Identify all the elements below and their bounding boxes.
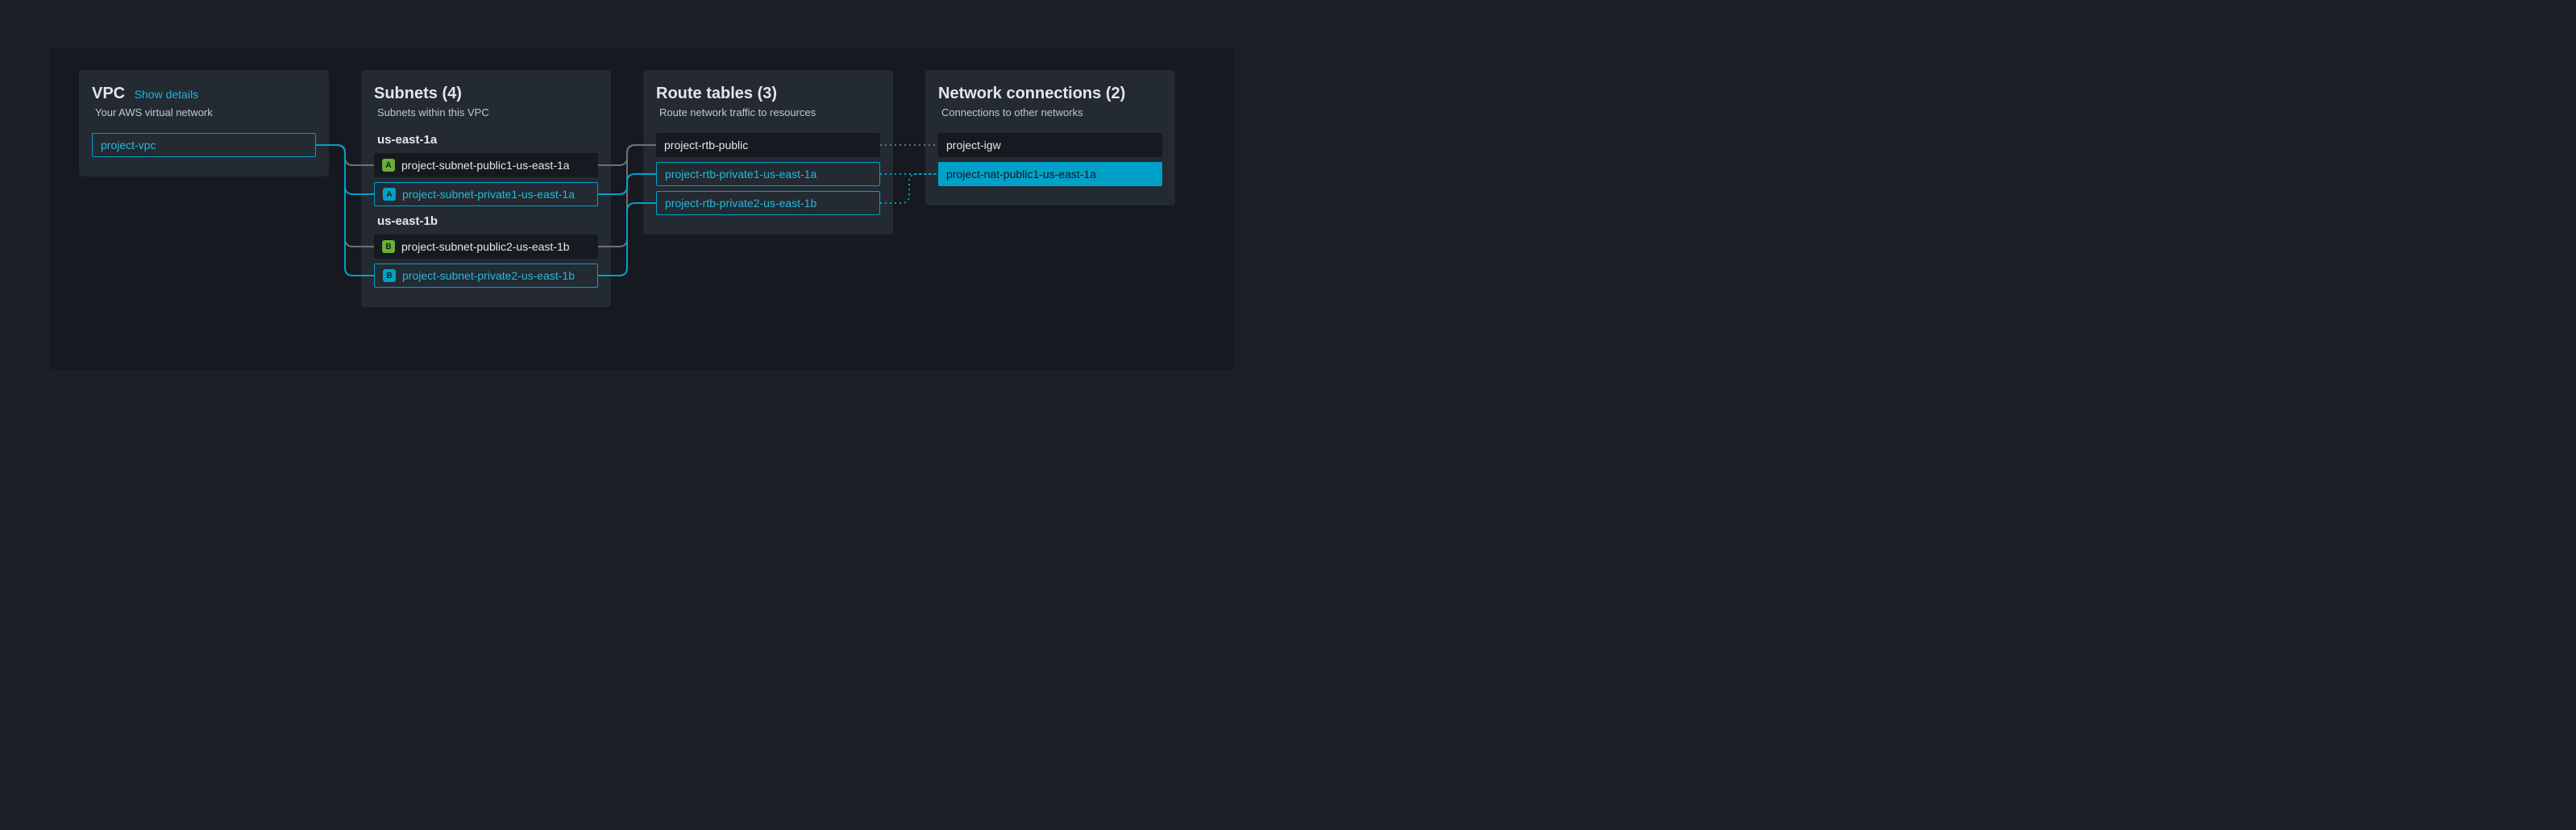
vpc-subtitle: Your AWS virtual network [95,106,316,118]
vpc-card: VPC Show details Your AWS virtual networ… [79,70,329,176]
subnet-item[interactable]: B project-subnet-public2-us-east-1b [374,234,598,259]
az-badge-icon: A [383,188,396,201]
route-tables-title: Route tables (3) [656,85,880,103]
az-badge-icon: B [382,240,395,253]
subnet-name: project-subnet-private1-us-east-1a [402,188,575,201]
vpc-name: project-vpc [101,139,156,151]
route-tables-subtitle: Route network traffic to resources [659,106,880,118]
subnet-item[interactable]: B project-subnet-private2-us-east-1b [374,264,598,288]
network-connection-name: project-igw [946,139,1001,151]
subnet-name: project-subnet-public1-us-east-1a [401,159,570,172]
route-table-item[interactable]: project-rtb-public [656,133,880,157]
az-badge-icon: B [383,269,396,282]
network-connection-item[interactable]: project-igw [938,133,1162,157]
subnet-item[interactable]: A project-subnet-private1-us-east-1a [374,182,598,206]
network-connection-item[interactable]: project-nat-public1-us-east-1a [938,162,1162,186]
subnet-name: project-subnet-private2-us-east-1b [402,269,575,282]
network-connection-name: project-nat-public1-us-east-1a [946,168,1096,181]
vpc-title-text: VPC [92,85,125,102]
az-label: us-east-1b [377,214,598,228]
route-tables-card: Route tables (3) Route network traffic t… [643,70,893,234]
network-connections-subtitle: Connections to other networks [941,106,1162,118]
route-table-name: project-rtb-private2-us-east-1b [665,197,816,210]
az-label: us-east-1a [377,133,598,147]
vpc-item[interactable]: project-vpc [92,133,316,157]
route-table-name: project-rtb-private1-us-east-1a [665,168,816,181]
network-connections-card: Network connections (2) Connections to o… [925,70,1175,205]
route-table-name: project-rtb-public [664,139,748,151]
subnets-card: Subnets (4) Subnets within this VPC us-e… [361,70,611,307]
az-badge-icon: A [382,159,395,172]
subnets-subtitle: Subnets within this VPC [377,106,598,118]
vpc-title: VPC Show details [92,85,316,103]
route-table-item[interactable]: project-rtb-private2-us-east-1b [656,191,880,215]
network-connections-title: Network connections (2) [938,85,1162,103]
route-table-item[interactable]: project-rtb-private1-us-east-1a [656,162,880,186]
subnet-name: project-subnet-public2-us-east-1b [401,240,570,253]
vpc-show-details-link[interactable]: Show details [135,88,198,101]
subnets-title: Subnets (4) [374,85,598,103]
subnet-item[interactable]: A project-subnet-public1-us-east-1a [374,153,598,177]
